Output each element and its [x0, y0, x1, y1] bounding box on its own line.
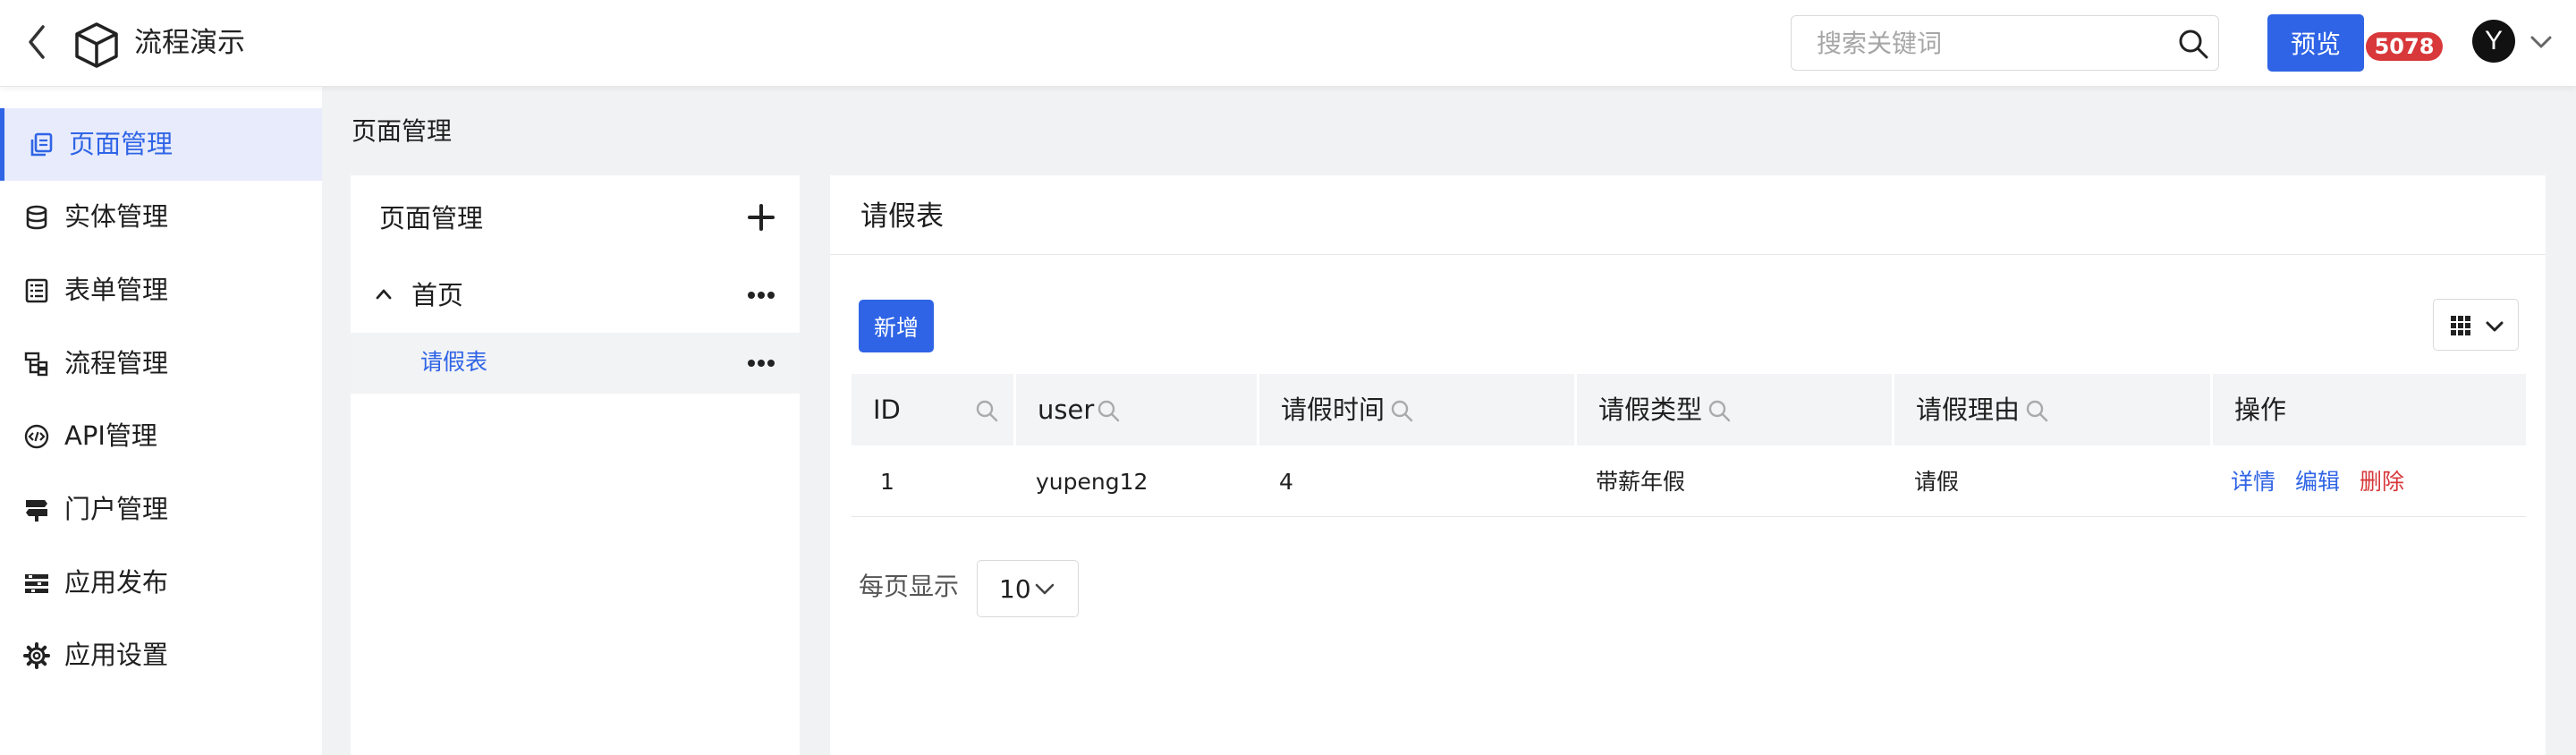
- column-header-user: user: [1016, 374, 1259, 445]
- column-header-id: ID: [852, 374, 1016, 445]
- cell-leave-time: 4: [1279, 469, 1293, 495]
- sidebar-item-app-publish[interactable]: 应用发布: [0, 547, 322, 619]
- chevron-up-icon[interactable]: [374, 284, 394, 304]
- column-header-leave-reason: 请假理由: [1894, 374, 2213, 445]
- tree-node-label: 首页: [411, 280, 464, 310]
- publish-bars-icon: [25, 574, 48, 593]
- chevron-down-icon[interactable]: [2528, 30, 2555, 54]
- api-code-icon: [24, 424, 49, 449]
- card-title: 请假表: [860, 200, 944, 233]
- sidebar-item-label: 流程管理: [64, 348, 169, 378]
- sidebar-item-label: 门户管理: [64, 494, 169, 524]
- column-header-actions: 操作: [2213, 374, 2526, 445]
- cube-logo-icon: [75, 22, 118, 68]
- tree-node-label: 请假表: [420, 349, 488, 375]
- sidebar-item-portal-management[interactable]: 门户管理: [0, 473, 322, 546]
- app-title: 流程演示: [134, 27, 245, 59]
- search-icon[interactable]: [975, 399, 998, 422]
- page-size-value: 10: [999, 574, 1031, 604]
- top-bar: 流程演示 预览 5078 Y: [0, 0, 2576, 87]
- more-dots-icon[interactable]: [746, 284, 776, 306]
- sidebar-item-flow-management[interactable]: 流程管理: [0, 327, 322, 400]
- column-header-leave-time: 请假时间: [1259, 374, 1577, 445]
- tree-panel-title: 页面管理: [379, 203, 484, 233]
- column-header-label: ID: [873, 394, 901, 425]
- cell-leave-reason: 请假: [1914, 469, 1960, 495]
- tree-node-home[interactable]: 首页: [351, 265, 800, 326]
- page-size-select[interactable]: 10: [977, 560, 1079, 617]
- page-title: 页面管理: [352, 116, 453, 146]
- search-icon[interactable]: [1707, 399, 1731, 422]
- sidebar: 页面管理 实体管理 表单管理 流程管理 API管理 门户管理 应用发布 应用设置: [0, 87, 322, 755]
- grid-icon: [2451, 316, 2470, 335]
- column-header-label: 请假理由: [1916, 394, 2021, 425]
- search-box[interactable]: [1791, 15, 2219, 71]
- chevron-down-icon: [1035, 583, 1055, 595]
- tree-node-leave-form[interactable]: 请假表: [351, 333, 800, 394]
- sidebar-item-entity-management[interactable]: 实体管理: [0, 181, 322, 253]
- cell-user: yupeng12: [1036, 469, 1148, 495]
- form-list-icon: [25, 278, 48, 303]
- table-row: 1 yupeng12 4 带薪年假 请假 详情 编辑 删除: [852, 445, 2526, 517]
- column-layout-toggle[interactable]: [2433, 299, 2519, 351]
- column-header-label: 请假类型: [1598, 394, 1703, 425]
- gear-icon: [23, 642, 50, 669]
- table-card: 请假表 新增 ID user 请假时间 请假类型 请假理由 操作 1 yupen…: [830, 175, 2546, 755]
- page-size-label: 每页显示: [859, 572, 960, 601]
- database-icon: [26, 205, 47, 230]
- more-dots-icon[interactable]: [746, 352, 776, 374]
- sidebar-item-app-settings[interactable]: 应用设置: [0, 619, 322, 691]
- preview-button[interactable]: 预览: [2267, 14, 2364, 72]
- search-icon[interactable]: [1097, 399, 1120, 422]
- column-header-leave-type: 请假类型: [1577, 374, 1894, 445]
- edit-link[interactable]: 编辑: [2295, 467, 2340, 497]
- back-arrow-icon[interactable]: [20, 21, 55, 63]
- column-header-label: 请假时间: [1281, 394, 1385, 425]
- sidebar-item-page-management[interactable]: 页面管理: [0, 108, 322, 181]
- column-header-label: user: [1038, 394, 1095, 425]
- sidebar-item-label: 表单管理: [64, 275, 169, 305]
- notification-count-badge: 5078: [2366, 32, 2443, 61]
- sidebar-item-label: 应用设置: [64, 640, 169, 670]
- divider: [830, 254, 2546, 255]
- sidebar-item-label: 实体管理: [64, 201, 169, 232]
- page-tree-panel: 页面管理 首页 请假表: [351, 175, 800, 755]
- sidebar-item-label: API管理: [64, 420, 157, 451]
- chevron-down-icon: [2486, 321, 2504, 332]
- sidebar-item-label: 页面管理: [69, 129, 174, 159]
- plus-icon[interactable]: [746, 202, 776, 233]
- search-input[interactable]: [1817, 27, 2157, 59]
- search-icon[interactable]: [2176, 27, 2210, 61]
- page-copy-icon: [30, 132, 53, 157]
- user-avatar[interactable]: Y: [2472, 20, 2515, 63]
- detail-link[interactable]: 详情: [2231, 467, 2275, 497]
- table-header: ID user 请假时间 请假类型 请假理由 操作: [852, 374, 2526, 445]
- cell-id: 1: [880, 469, 894, 495]
- sidebar-item-label: 应用发布: [64, 567, 169, 598]
- sidebar-item-form-management[interactable]: 表单管理: [0, 254, 322, 327]
- search-icon[interactable]: [1390, 399, 1413, 422]
- sidebar-item-api-management[interactable]: API管理: [0, 400, 322, 472]
- cell-leave-type: 带薪年假: [1596, 469, 1686, 495]
- column-header-label: 操作: [2234, 394, 2287, 425]
- delete-link[interactable]: 删除: [2360, 467, 2404, 497]
- add-button[interactable]: 新增: [859, 300, 934, 352]
- signpost-icon: [26, 500, 47, 522]
- flow-tree-icon: [24, 352, 48, 377]
- search-icon[interactable]: [2025, 399, 2048, 422]
